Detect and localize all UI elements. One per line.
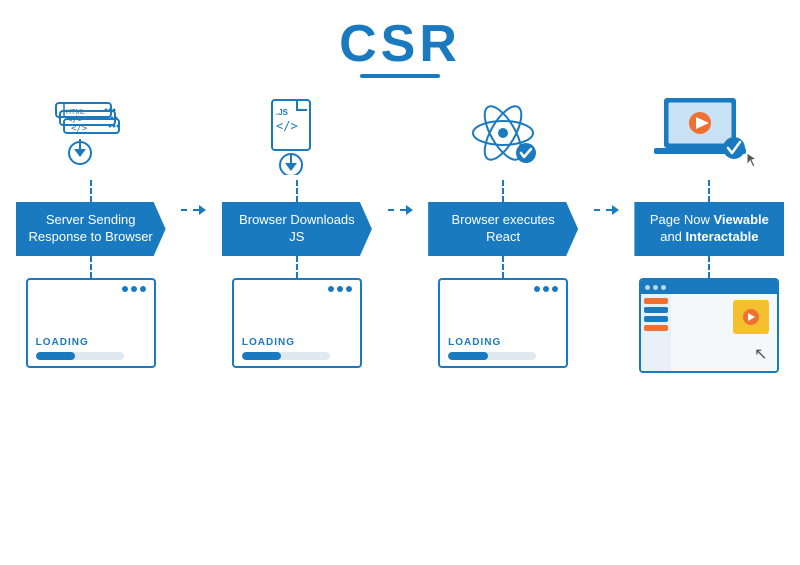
html-server-icon: HTML </> </> (46, 95, 136, 175)
step1-arrow-down2 (90, 256, 92, 278)
sidebar-line4 (644, 325, 668, 331)
step2-arrow-down2 (296, 256, 298, 278)
step-1: HTML </> </> (0, 90, 181, 368)
dot2 (337, 286, 343, 292)
sidebar-line3 (644, 316, 668, 322)
step1-loading-bar-bg (36, 352, 124, 360)
browser-dot2 (653, 285, 658, 290)
h-arrow-1 (181, 205, 206, 215)
sidebar-line1 (644, 298, 668, 304)
step3-arrow-down2 (502, 256, 504, 278)
react-atom-icon (458, 95, 548, 175)
svg-text:</>: </> (276, 119, 298, 133)
js-file-icon: .JS </> (252, 95, 342, 175)
step4-browser-box: ↖ (639, 278, 779, 373)
browser-dot3 (661, 285, 666, 290)
title-section: CSR (339, 18, 461, 78)
step2-banner-text: Browser Downloads JS (234, 212, 360, 246)
h-arrow-1-head (199, 205, 206, 215)
dot3 (140, 286, 146, 292)
svg-text:</>: </> (71, 124, 88, 134)
dot1 (534, 286, 540, 292)
step2-box-dots (242, 286, 352, 292)
step3-loading-label: LOADING (448, 337, 501, 348)
browser-play-triangle (748, 313, 755, 321)
step1-box-content: LOADING (36, 296, 146, 360)
step-4: Page Now Viewable and Interactable (619, 90, 800, 373)
dot2 (131, 286, 137, 292)
dot3 (346, 286, 352, 292)
step2-banner: Browser Downloads JS (222, 202, 372, 256)
step1-icon-area: HTML </> </> (31, 90, 151, 180)
dot3 (552, 286, 558, 292)
step1-banner: Server Sending Response to Browser (16, 202, 166, 256)
browser-main: ↖ (671, 294, 777, 371)
step1-arrow-down (90, 180, 92, 202)
step4-banner-text: Page Now Viewable and Interactable (646, 212, 772, 246)
browser-dot1 (645, 285, 650, 290)
step3-box-content: LOADING (448, 296, 558, 360)
step2-icon-area: .JS </> (237, 90, 357, 180)
h-arrow-2-line (388, 209, 406, 211)
step4-interactable: Interactable (686, 229, 759, 244)
step2-loading-bar-bg (242, 352, 330, 360)
step3-arrow-down (502, 180, 504, 202)
browser-thumbnail (733, 300, 769, 334)
step2-loading-label: LOADING (242, 337, 295, 348)
step3-loading-bar-bg (448, 352, 536, 360)
browser-cursor-icon: ↖ (754, 347, 767, 363)
dot2 (543, 286, 549, 292)
main-title: CSR (339, 18, 461, 70)
step4-icon-area (649, 90, 769, 180)
h-arrow-2-head (406, 205, 413, 215)
step3-banner: Browser executes React (428, 202, 578, 256)
step1-loading-box: LOADING (26, 278, 156, 368)
step2-box-content: LOADING (242, 296, 352, 360)
browser-bar (641, 280, 777, 294)
step4-viewable: Viewable (713, 212, 768, 227)
step3-box-dots (448, 286, 558, 292)
h-arrow-2 (388, 205, 413, 215)
step2-loading-bar-fill (242, 352, 282, 360)
step1-loading-label: LOADING (36, 337, 89, 348)
svg-text:.JS: .JS (276, 108, 289, 117)
title-underline (360, 74, 440, 78)
step-3: Browser executes React LOADING (413, 90, 594, 368)
sidebar-line2 (644, 307, 668, 313)
step1-box-dots (36, 286, 146, 292)
dot1 (328, 286, 334, 292)
step-2: .JS </> Browser Downloads JS LOADING (206, 90, 387, 368)
step2-loading-box: LOADING (232, 278, 362, 368)
step4-arrow-down2 (708, 256, 710, 278)
dot1 (122, 286, 128, 292)
h-arrow-1-line (181, 209, 199, 211)
step3-loading-box: LOADING (438, 278, 568, 368)
browser-play-btn (743, 309, 759, 325)
h-arrow-3-head (612, 205, 619, 215)
laptop-icon (649, 93, 769, 178)
flow-container: HTML </> </> (0, 90, 800, 373)
step3-loading-bar-fill (448, 352, 488, 360)
step3-icon-area (443, 90, 563, 180)
h-arrow-3 (594, 205, 619, 215)
step3-banner-text: Browser executes React (440, 212, 566, 246)
step4-arrow-down (708, 180, 710, 202)
h-arrow-3-line (594, 209, 612, 211)
step4-banner: Page Now Viewable and Interactable (634, 202, 784, 256)
step2-arrow-down (296, 180, 298, 202)
step1-loading-bar-fill (36, 352, 76, 360)
browser-content: ↖ (641, 294, 777, 371)
step1-banner-text: Server Sending Response to Browser (28, 212, 154, 246)
browser-sidebar (641, 294, 671, 371)
